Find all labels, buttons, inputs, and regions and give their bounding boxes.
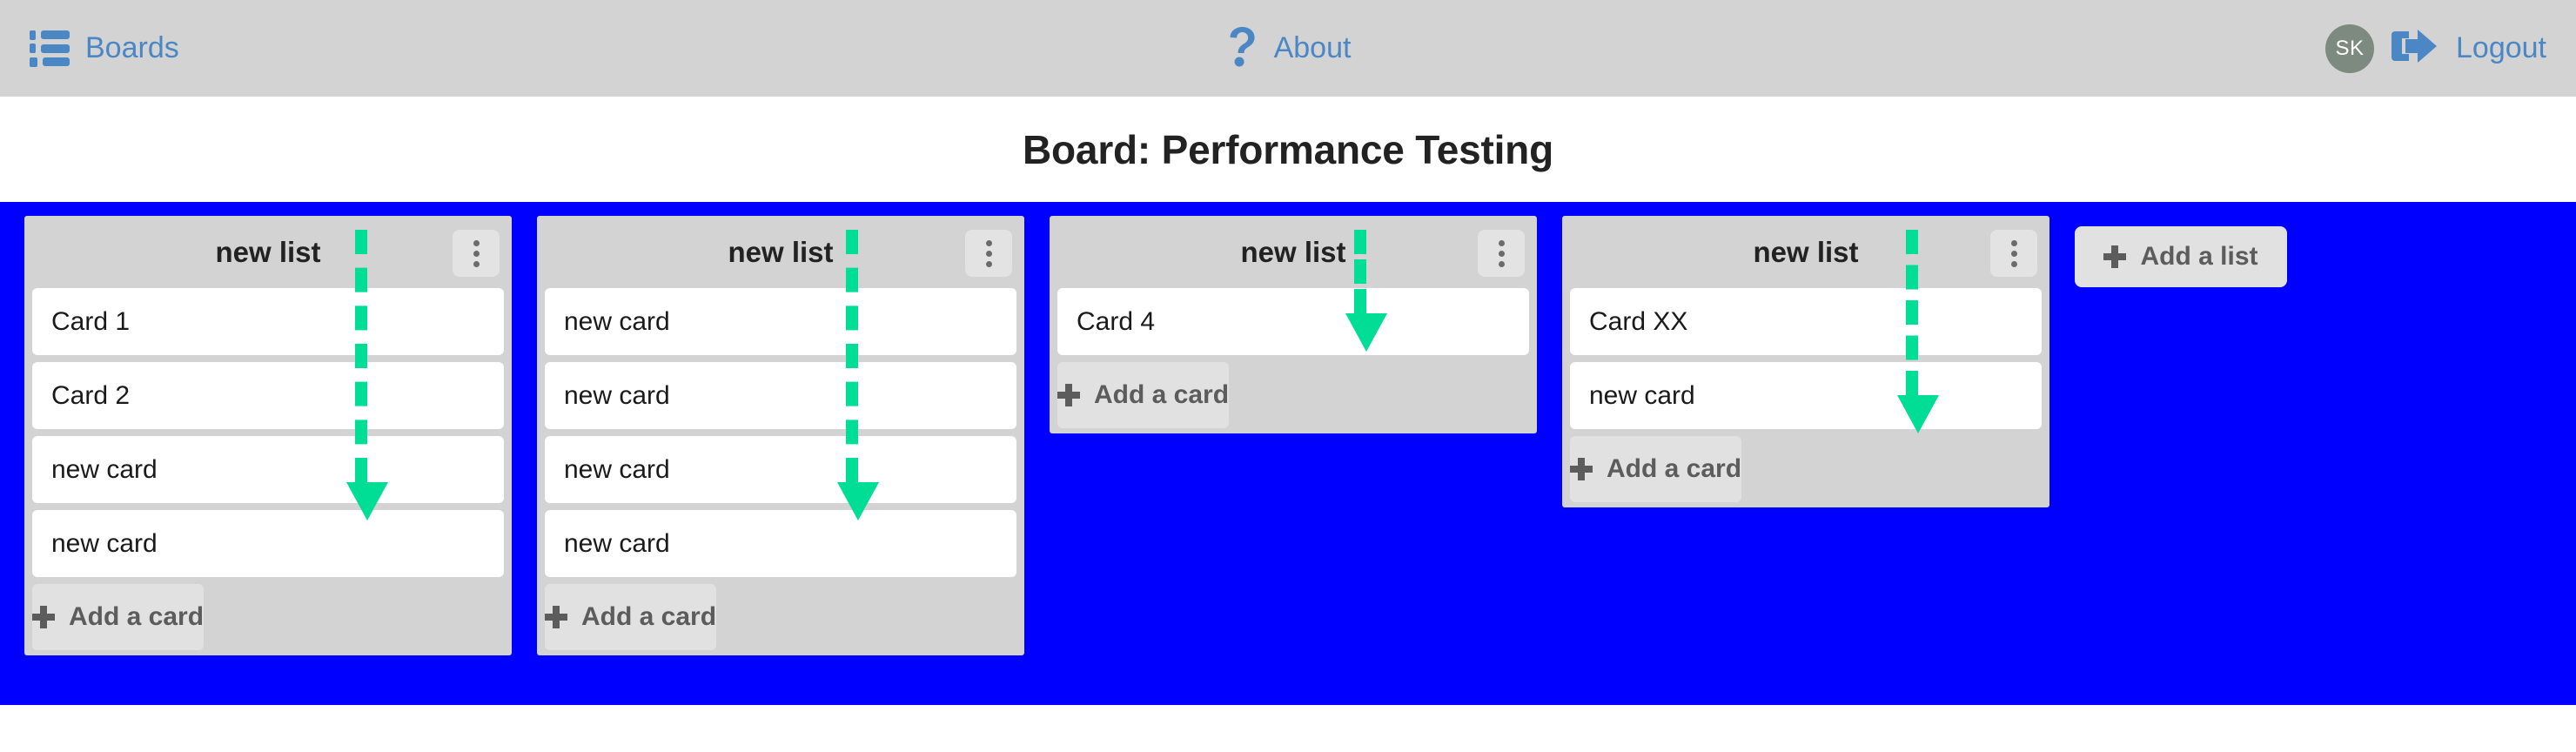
list-icon [30,30,70,67]
list-menu-button[interactable] [1990,230,2037,277]
board-canvas: new list Card 1 Card 2 new card new card… [0,202,2576,705]
add-card-label: Add a card [69,602,205,631]
list-header: new list [537,216,1024,288]
nav-logout-link[interactable]: Logout [2392,26,2546,70]
kebab-menu-icon [1498,260,1505,267]
list-title[interactable]: new list [728,236,833,269]
plus-icon [1570,458,1593,480]
nav-boards-link[interactable]: Boards [30,30,179,67]
plus-icon [1057,384,1080,406]
list-item[interactable]: new card [32,510,504,577]
list-menu-button[interactable] [1478,230,1525,277]
kebab-menu-icon [2010,250,2017,257]
add-card-button[interactable]: Add a card [545,584,717,650]
list-item[interactable]: new card [545,288,1016,355]
board-list: new list Card 1 Card 2 new card new card… [24,216,512,655]
kebab-menu-icon [2010,260,2017,267]
nav-about-link[interactable]: About [1225,25,1352,71]
add-list-button[interactable]: Add a list [2075,226,2287,287]
board-list: new list new card new card new card new … [537,216,1024,655]
list-item[interactable]: new card [545,436,1016,503]
add-card-button[interactable]: Add a card [1570,436,1742,502]
add-list-label: Add a list [2140,242,2258,271]
plus-icon [32,606,55,628]
list-item[interactable]: Card 4 [1057,288,1529,355]
list-title[interactable]: new list [1240,236,1345,269]
list-item[interactable]: Card 2 [32,362,504,429]
card-list: Card 1 Card 2 new card new card [24,288,512,577]
list-title[interactable]: new list [1753,236,1858,269]
kebab-menu-icon [985,239,992,246]
card-list: Card XX new card [1562,288,2049,429]
list-item[interactable]: new card [545,362,1016,429]
question-mark-icon [1225,25,1260,71]
plus-icon [545,606,567,628]
kebab-menu-icon [473,239,480,246]
list-header: new list [1562,216,2049,288]
page-title-band: Board: Performance Testing [0,97,2576,202]
add-card-button[interactable]: Add a card [32,584,205,650]
kebab-menu-icon [2010,239,2017,246]
card-list: new card new card new card new card [537,288,1024,577]
kebab-menu-icon [985,250,992,257]
list-item[interactable]: new card [32,436,504,503]
list-header: new list [24,216,512,288]
avatar[interactable]: SK [2325,24,2374,73]
list-menu-button[interactable] [453,230,500,277]
list-item[interactable]: new card [1570,362,2042,429]
add-card-label: Add a card [1094,380,1230,409]
kebab-menu-icon [985,260,992,267]
add-card-label: Add a card [1607,454,1742,483]
kebab-menu-icon [1498,239,1505,246]
list-menu-button[interactable] [965,230,1012,277]
list-header: new list [1050,216,1537,288]
kebab-menu-icon [1498,250,1505,257]
page-title: Board: Performance Testing [1023,126,1553,172]
nav-right-group: SK Logout [2325,24,2546,73]
card-list: Card 4 [1050,288,1537,355]
board-list: new list Card XX new card Add a card [1562,216,2049,507]
list-title[interactable]: new list [215,236,320,269]
logout-arrow-icon [2392,26,2440,70]
add-card-button[interactable]: Add a card [1057,362,1230,428]
kebab-menu-icon [473,260,480,267]
list-item[interactable]: Card XX [1570,288,2042,355]
nav-about-label: About [1273,31,1352,64]
list-item[interactable]: Card 1 [32,288,504,355]
nav-logout-label: Logout [2456,31,2546,64]
list-item[interactable]: new card [545,510,1016,577]
board-list: new list Card 4 Add a card [1050,216,1537,433]
kebab-menu-icon [473,250,480,257]
top-navigation-bar: Boards About SK Logout [0,0,2576,97]
plus-icon [2103,245,2127,268]
nav-boards-label: Boards [85,31,179,64]
add-card-label: Add a card [581,602,717,631]
